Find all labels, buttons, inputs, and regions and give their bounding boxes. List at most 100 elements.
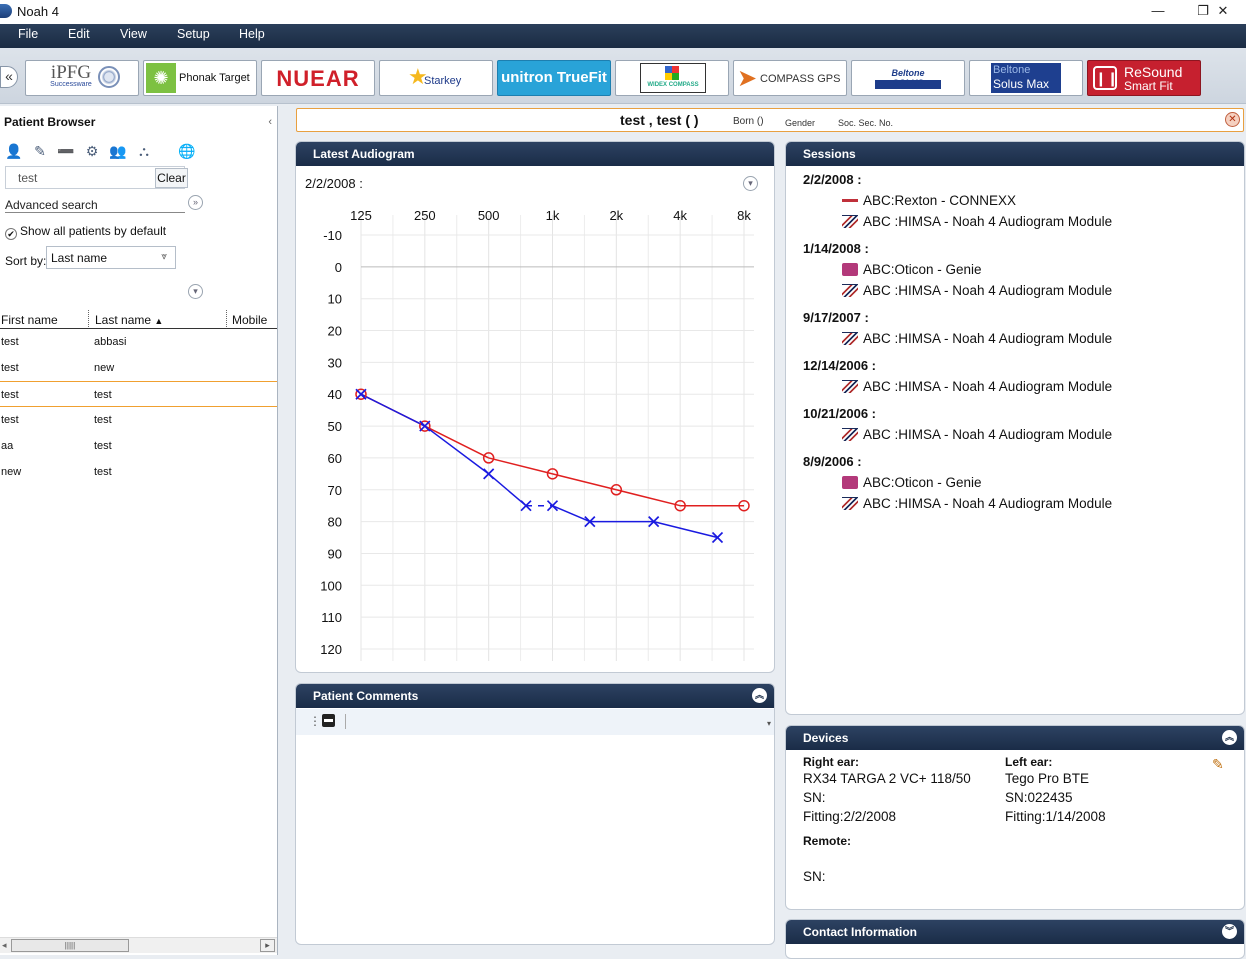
merge-patient-icon[interactable]: ⚙: [83, 142, 101, 160]
session-date[interactable]: 12/14/2006 :: [803, 358, 876, 373]
himsa-module-icon: [842, 332, 858, 345]
right-ear-label: Right ear:: [803, 755, 860, 769]
clear-button[interactable]: Clear: [155, 168, 188, 188]
module-unitron-button[interactable]: unitron TrueFit: [497, 60, 611, 96]
scroll-right-icon[interactable]: ▸: [260, 939, 275, 952]
oticon-module-icon: [842, 263, 858, 276]
ipfg-gear-icon: [98, 66, 120, 88]
menu-view[interactable]: View: [120, 27, 147, 41]
module-nuear-button[interactable]: NUEAR: [261, 60, 375, 96]
patient-row[interactable]: new test: [0, 459, 277, 485]
patient-group-icon[interactable]: 👥: [109, 142, 127, 160]
menu-setup[interactable]: Setup: [177, 27, 210, 41]
menu-help[interactable]: Help: [239, 27, 265, 41]
sort-by-select[interactable]: Last name ⩔: [46, 246, 176, 269]
edit-devices-icon[interactable]: ✎: [1212, 756, 1224, 773]
list-options-icon[interactable]: ▾: [188, 284, 203, 299]
session-date[interactable]: 8/9/2006 :: [803, 454, 862, 469]
y-tick-label: 20: [328, 324, 342, 339]
column-mobile[interactable]: Mobile: [232, 313, 267, 327]
session-item-text: ABC :HIMSA - Noah 4 Audiogram Module: [863, 283, 1113, 298]
add-patient-icon[interactable]: 👤: [5, 142, 23, 160]
search-input[interactable]: [7, 168, 147, 187]
session-date[interactable]: 2/2/2008 :: [803, 172, 862, 187]
module-beltone-solus-max-button[interactable]: Beltone Solus Max: [969, 60, 1083, 96]
module-compass-gps-button[interactable]: ➤ COMPASS GPS: [733, 60, 847, 96]
globe-icon[interactable]: 🌐: [178, 142, 196, 160]
menu-file[interactable]: File: [18, 27, 38, 41]
session-item[interactable]: ABC :HIMSA - Noah 4 Audiogram Module: [842, 214, 1112, 229]
scrollbar-thumb[interactable]: |||||: [11, 939, 129, 952]
patient-browser: Patient Browser ‹ 👤 ✎ ➖ ⚙ 👥 ⛬ 🌐 Clear Ad…: [0, 106, 278, 955]
module-widex-button[interactable]: WIDEX COMPASS: [615, 60, 729, 96]
horizontal-scrollbar[interactable]: ◂ ||||| ▸: [0, 937, 277, 953]
y-tick-label: 90: [328, 546, 342, 561]
patient-row[interactable]: test abbasi: [0, 329, 277, 355]
patient-row[interactable]: aa test: [0, 433, 277, 459]
session-item[interactable]: ABC:Rexton - CONNEXX: [842, 193, 1016, 208]
menu-edit[interactable]: Edit: [68, 27, 90, 41]
module-beltone-solus-button[interactable]: Beltone SOLUS: [851, 60, 965, 96]
collapse-comments-icon[interactable]: ︽: [752, 688, 767, 703]
session-date[interactable]: 9/17/2007 :: [803, 310, 869, 325]
y-tick-label: 60: [328, 451, 342, 466]
session-item[interactable]: ABC:Oticon - Genie: [842, 262, 982, 277]
x-tick-label: 250: [414, 208, 436, 223]
x-tick-label: 500: [478, 208, 500, 223]
toolbar-overflow-icon[interactable]: ▾: [767, 719, 771, 728]
remote-sn: SN:: [803, 869, 826, 884]
sort-by-label: Sort by:: [5, 254, 47, 268]
x-tick-label: 8k: [737, 208, 751, 223]
close-patient-icon[interactable]: ✕: [1225, 112, 1240, 127]
audiogram-chart: -10 0 10 20 30 40 50 60 70 80 90 100 110 120 125 250 500…: [320, 208, 754, 661]
right-ear-model: RX34 TARGA 2 VC+ 118/50: [803, 771, 971, 786]
edit-patient-icon[interactable]: ✎: [31, 142, 49, 160]
patients-network-icon[interactable]: ⛬: [135, 142, 153, 160]
patient-row[interactable]: test new: [0, 355, 277, 381]
advanced-search-link[interactable]: Advanced search: [5, 198, 185, 213]
expand-contact-icon[interactable]: ︾: [1222, 924, 1237, 939]
session-item-text: ABC:Oticon - Genie: [863, 262, 982, 277]
patient-last-name: test: [94, 414, 112, 426]
session-date[interactable]: 1/14/2008 :: [803, 241, 869, 256]
show-all-patients-checkbox[interactable]: ✔ Show all patients by default: [5, 224, 166, 240]
module-starkey-button[interactable]: ★ Starkey: [379, 60, 493, 96]
comments-textarea[interactable]: [296, 736, 774, 944]
widex-logo-icon: [665, 66, 679, 80]
menu-bar: File Edit View Setup Help: [0, 24, 1246, 48]
save-icon[interactable]: [322, 714, 335, 727]
patient-last-name: test: [94, 389, 112, 401]
module-ipfg-button[interactable]: iPFG Successware: [25, 60, 139, 96]
collapse-panel-icon[interactable]: ‹: [268, 116, 272, 128]
session-item[interactable]: ABC :HIMSA - Noah 4 Audiogram Module: [842, 427, 1112, 442]
patient-row[interactable]: test test: [0, 381, 277, 407]
session-item[interactable]: ABC:Oticon - Genie: [842, 475, 982, 490]
module-phonak-button[interactable]: ✺ Phonak Target: [143, 60, 257, 96]
x-tick-label: 4k: [673, 208, 687, 223]
right-ear-fitting: Fitting:2/2/2008: [803, 809, 897, 824]
remove-patient-icon[interactable]: ➖: [57, 142, 75, 160]
collapse-left-icon[interactable]: «: [0, 66, 18, 88]
patient-row[interactable]: test test: [0, 407, 277, 433]
session-item[interactable]: ABC :HIMSA - Noah 4 Audiogram Module: [842, 283, 1112, 298]
x-tick-label: 1k: [546, 208, 560, 223]
expand-search-icon[interactable]: »: [188, 195, 203, 210]
phonak-logo-icon: ✺: [146, 63, 176, 93]
close-button[interactable]: ✕: [1200, 1, 1246, 21]
module-resound-button[interactable]: ❙❙ ReSound Smart Fit: [1087, 60, 1201, 96]
scroll-left-icon[interactable]: ◂: [2, 940, 7, 951]
session-item[interactable]: ABC :HIMSA - Noah 4 Audiogram Module: [842, 379, 1112, 394]
title-bar: Noah 4 — ❐ ✕: [0, 0, 1246, 24]
session-item[interactable]: ABC :HIMSA - Noah 4 Audiogram Module: [842, 496, 1112, 511]
session-item[interactable]: ABC :HIMSA - Noah 4 Audiogram Module: [842, 331, 1112, 346]
session-date[interactable]: 10/21/2006 :: [803, 406, 876, 421]
sessions-panel-header: Sessions: [786, 142, 1244, 166]
collapse-devices-icon[interactable]: ︽: [1222, 730, 1237, 745]
himsa-module-icon: [842, 428, 858, 441]
patient-browser-title: Patient Browser: [4, 115, 96, 129]
minimize-button[interactable]: —: [1135, 1, 1181, 21]
comments-toolbar: ⋮ ▾: [296, 709, 774, 735]
column-last-name[interactable]: Last name ▲: [95, 313, 163, 327]
column-first-name[interactable]: First name: [1, 313, 58, 327]
patient-name: test , test ( ): [620, 112, 699, 128]
